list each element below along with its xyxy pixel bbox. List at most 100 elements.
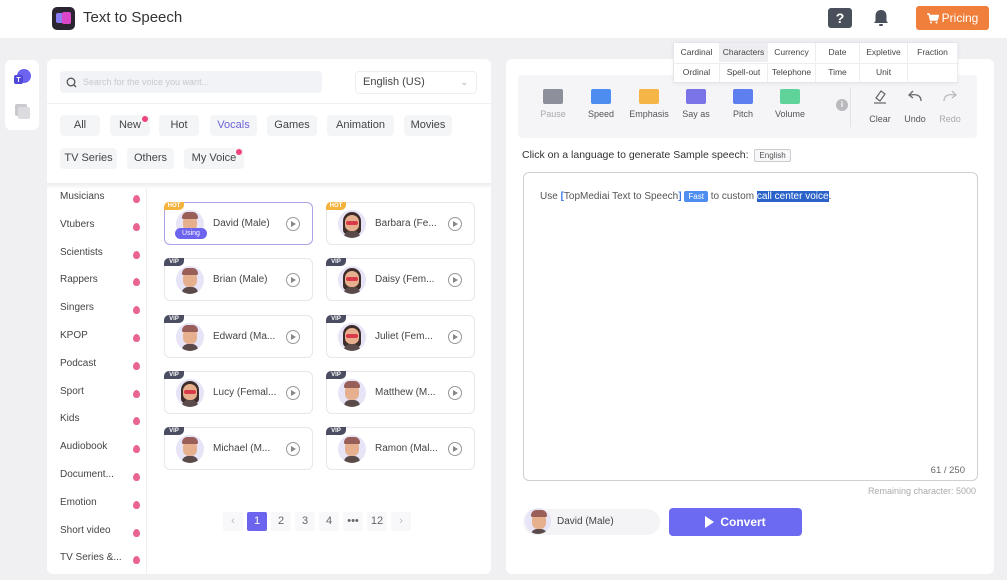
play-icon[interactable] <box>286 385 300 400</box>
say-as-option[interactable]: Fraction <box>908 43 958 62</box>
pitch-tool[interactable]: Pitch <box>718 89 768 119</box>
say-as-option <box>908 63 958 82</box>
play-icon[interactable] <box>286 329 300 344</box>
voice-card[interactable]: VIP Michael (M... <box>164 427 313 471</box>
say-as-option[interactable]: Time <box>816 63 860 82</box>
page-ellipsis[interactable]: ••• <box>343 512 363 531</box>
say-as-option[interactable]: Cardinal <box>674 43 720 62</box>
pricing-button[interactable]: Pricing <box>916 6 989 30</box>
play-icon[interactable] <box>286 273 300 288</box>
say-as-option[interactable]: Characters <box>720 43 768 62</box>
subcategory-item[interactable]: Scientists <box>60 247 140 263</box>
undo-icon <box>908 90 922 102</box>
page-button[interactable]: 3 <box>295 512 315 531</box>
sample-language-button[interactable]: English <box>754 149 791 162</box>
divider <box>850 87 851 127</box>
convert-button[interactable]: Convert <box>669 508 802 536</box>
tool-label: Volume <box>774 109 806 119</box>
volume-tool[interactable]: Volume <box>765 89 815 119</box>
tab-new[interactable]: New <box>110 115 150 136</box>
text-editor[interactable]: Use [TopMediai Text to Speech] Fast to c… <box>523 172 978 481</box>
subcategory-item[interactable]: Podcast <box>60 358 140 374</box>
voice-card[interactable]: VIP Juliet (Fem... <box>326 314 475 358</box>
subcategory-label: Podcast <box>60 357 97 369</box>
voice-card[interactable]: VIP Edward (Ma... <box>164 314 313 358</box>
tab-games[interactable]: Games <box>267 115 317 136</box>
voice-card[interactable]: HOT Barbara (Fe... <box>326 202 475 245</box>
subcategory-item[interactable]: TV Series &... <box>60 552 140 568</box>
play-icon[interactable] <box>286 442 300 457</box>
speed-tool[interactable]: Speed <box>576 89 626 119</box>
cart-icon <box>926 12 939 23</box>
page-button[interactable]: 2 <box>271 512 291 531</box>
play-icon[interactable] <box>448 273 462 288</box>
voice-card[interactable]: VIP Brian (Male) <box>164 258 313 302</box>
avatar <box>338 322 366 351</box>
say-as-option[interactable]: Unit <box>860 63 908 82</box>
play-icon[interactable] <box>448 442 462 457</box>
subcategory-item[interactable]: Vtubers <box>60 219 140 235</box>
current-voice-chip[interactable]: David (Male) <box>523 508 660 535</box>
tab-tv-series[interactable]: TV Series <box>60 148 117 169</box>
search-input[interactable] <box>83 77 313 87</box>
say-as-option[interactable]: Spell-out <box>720 63 768 82</box>
tab-hot[interactable]: Hot <box>159 115 199 136</box>
say-as-option[interactable]: Currency <box>768 43 816 62</box>
my-voice-dot <box>236 149 242 155</box>
play-icon[interactable] <box>448 385 462 400</box>
library-icon[interactable] <box>11 100 33 122</box>
help-button[interactable]: ? <box>828 8 852 28</box>
subcategory-item[interactable]: Short video <box>60 525 140 541</box>
tab-others[interactable]: Others <box>127 148 174 169</box>
speed-tag[interactable]: Fast <box>684 191 708 202</box>
voice-search[interactable] <box>60 71 322 93</box>
tab-animation[interactable]: Animation <box>327 115 394 136</box>
say-as-option[interactable]: Ordinal <box>674 63 720 82</box>
pause-tool[interactable]: Pause <box>528 89 578 119</box>
page-button[interactable]: 12 <box>367 512 387 531</box>
voice-card[interactable]: VIP Lucy (Femal... <box>164 370 313 414</box>
voice-card[interactable]: VIP Ramon (Mal... <box>326 427 475 471</box>
tab-vocals[interactable]: Vocals <box>210 115 257 136</box>
play-icon[interactable] <box>448 217 462 231</box>
say-as-tool[interactable]: Say as <box>671 89 721 119</box>
say-as-option[interactable]: Expletive <box>860 43 908 62</box>
pricing-label: Pricing <box>941 11 979 25</box>
voice-card[interactable]: HOT Using David (Male) <box>164 202 313 245</box>
subcategory-item[interactable]: Sport <box>60 386 140 402</box>
subcategory-item[interactable]: Musicians <box>60 191 140 207</box>
tab-my-voice[interactable]: My Voice <box>184 148 244 169</box>
divider <box>674 63 959 64</box>
voice-card[interactable]: VIP Matthew (M... <box>326 370 475 414</box>
play-icon[interactable] <box>448 329 462 344</box>
voice-card[interactable]: VIP Daisy (Fem... <box>326 258 475 302</box>
emphasis-tool[interactable]: Emphasis <box>624 89 674 119</box>
subcategory-item[interactable]: Rappers <box>60 274 140 290</box>
bell-icon[interactable] <box>871 8 891 28</box>
redo-button[interactable]: Redo <box>925 89 975 124</box>
divider <box>47 103 491 104</box>
tab-movies[interactable]: Movies <box>404 115 452 136</box>
editor-content[interactable]: Use [TopMediai Text to Speech] Fast to c… <box>540 191 831 202</box>
pitch-icon <box>733 89 753 104</box>
info-icon[interactable]: i <box>836 99 848 111</box>
play-icon[interactable] <box>286 217 300 231</box>
prev-page-button[interactable]: ‹ <box>223 512 243 531</box>
subcategory-item[interactable]: Document... <box>60 469 140 485</box>
subcategory-item[interactable]: Kids <box>60 413 140 429</box>
next-page-button[interactable]: › <box>391 512 411 531</box>
language-select[interactable]: English (US) ⌄ <box>355 71 477 94</box>
subcategory-item[interactable]: Emotion <box>60 497 140 513</box>
say-as-option[interactable]: Date <box>816 43 860 62</box>
subcategory-item[interactable]: Audiobook <box>60 441 140 457</box>
subcategory-item[interactable]: Singers <box>60 302 140 318</box>
vip-badge: VIP <box>326 258 346 267</box>
avatar <box>176 435 204 464</box>
say-as-option[interactable]: Telephone <box>768 63 816 82</box>
tab-all[interactable]: All <box>60 115 100 136</box>
page-button[interactable]: 4 <box>319 512 339 531</box>
selected-text[interactable]: call center voice <box>756 191 829 202</box>
subcategory-item[interactable]: KPOP <box>60 330 140 346</box>
tts-icon[interactable]: T <box>11 66 33 88</box>
page-button[interactable]: 1 <box>247 512 267 531</box>
